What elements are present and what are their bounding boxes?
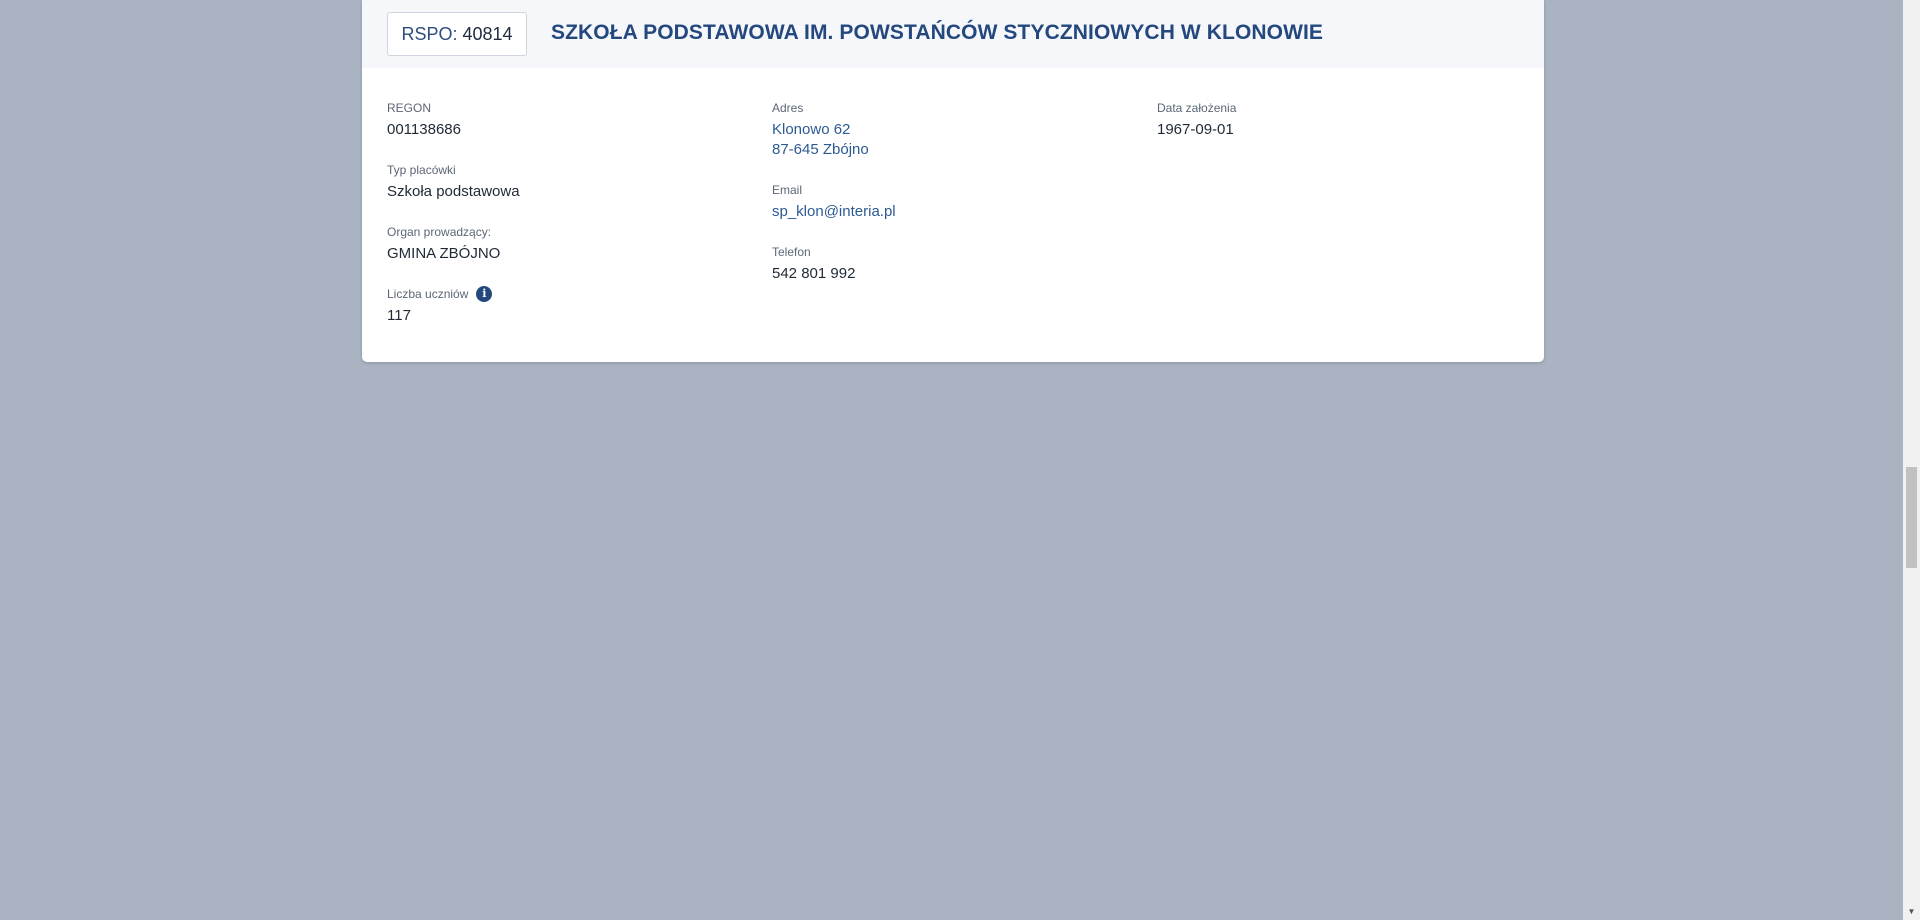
type-label: Typ placówki — [387, 163, 456, 177]
school-card-header: RSPO: 40814 SZKOŁA PODSTAWOWA IM. POWSTA… — [362, 0, 1544, 68]
email-label: Email — [772, 183, 803, 197]
email-link[interactable]: sp_klon@interia.pl — [772, 202, 896, 222]
details-column-left: REGON 001138686 Typ placówki Szkoła pods… — [387, 100, 520, 348]
rspo-label: RSPO: — [401, 24, 458, 44]
chevron-down-icon[interactable]: ▼ — [1903, 903, 1920, 920]
address-field: Adres Klonowo 62 87-645 Zbójno — [772, 100, 896, 160]
details-column-right: Data założenia 1967-09-01 — [1157, 100, 1236, 162]
phone-label: Telefon — [772, 245, 811, 259]
founded-value: 1967-09-01 — [1157, 121, 1234, 138]
founded-label: Data założenia — [1157, 101, 1237, 115]
info-icon[interactable]: i — [476, 286, 493, 302]
scrollbar-thumb[interactable] — [1906, 467, 1917, 568]
phone-field: Telefon 542 801 992 — [772, 244, 896, 284]
rspo-value: 40814 — [462, 24, 513, 44]
organ-value: GMINA ZBÓJNO — [387, 245, 501, 262]
rspo-badge: RSPO: 40814 — [387, 12, 527, 56]
details-column-middle: Adres Klonowo 62 87-645 Zbójno Email sp_… — [772, 100, 896, 306]
address-label: Adres — [772, 101, 804, 115]
students-label-row: Liczba uczniów i — [387, 286, 520, 302]
address-link[interactable]: Klonowo 62 87-645 Zbójno — [772, 120, 896, 160]
students-field: Liczba uczniów i 117 — [387, 286, 520, 326]
students-label: Liczba uczniów — [387, 287, 469, 301]
email-field: Email sp_klon@interia.pl — [772, 182, 896, 222]
founded-field: Data założenia 1967-09-01 — [1157, 100, 1236, 140]
address-line-1[interactable]: Klonowo 62 — [772, 120, 896, 140]
organ-label: Organ prowadzący: — [387, 225, 492, 239]
regon-value: 001138686 — [387, 121, 461, 138]
students-value: 117 — [387, 307, 411, 324]
organ-field: Organ prowadzący: GMINA ZBÓJNO — [387, 224, 520, 264]
regon-label: REGON — [387, 101, 432, 115]
type-field: Typ placówki Szkoła podstawowa — [387, 162, 520, 202]
type-value: Szkoła podstawowa — [387, 183, 520, 200]
phone-value: 542 801 992 — [772, 265, 856, 282]
regon-field: REGON 001138686 — [387, 100, 520, 140]
address-line-2[interactable]: 87-645 Zbójno — [772, 140, 896, 160]
school-name: SZKOŁA PODSTAWOWA IM. POWSTAŃCÓW STYCZNI… — [551, 21, 1324, 44]
page-scrollbar[interactable]: ▼ — [1903, 0, 1920, 920]
school-card: RSPO: 40814 SZKOŁA PODSTAWOWA IM. POWSTA… — [362, 0, 1544, 362]
